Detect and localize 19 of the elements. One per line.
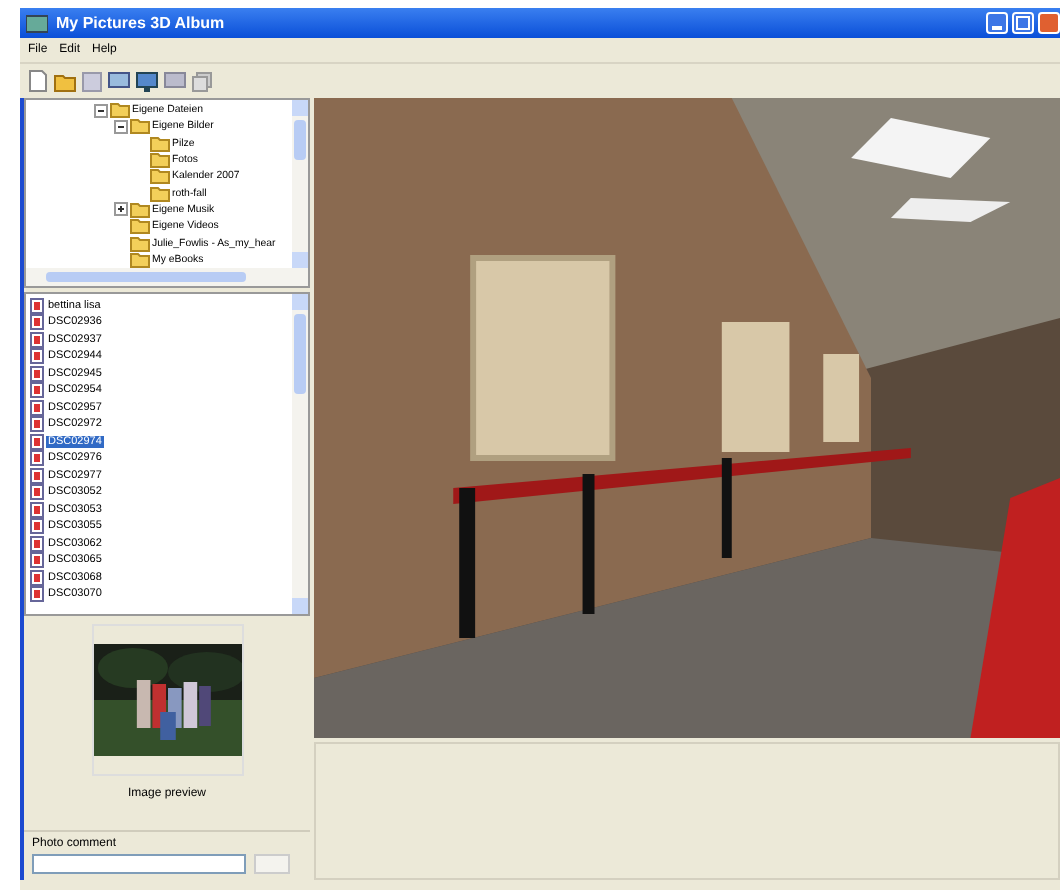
expander-icon[interactable] bbox=[114, 119, 128, 134]
app-icon bbox=[26, 13, 48, 33]
maximize-button[interactable] bbox=[1012, 12, 1034, 34]
expander-icon[interactable] bbox=[114, 202, 128, 217]
expander-icon[interactable] bbox=[94, 103, 108, 118]
minimize-button[interactable] bbox=[986, 12, 1008, 34]
folder-icon[interactable] bbox=[54, 71, 76, 91]
close-button[interactable] bbox=[1038, 12, 1060, 34]
scrollbar[interactable] bbox=[26, 268, 308, 287]
monitor-icon[interactable] bbox=[136, 71, 158, 91]
save-icon[interactable] bbox=[82, 71, 102, 91]
new-file-icon[interactable] bbox=[28, 70, 48, 92]
monitor-icon[interactable] bbox=[108, 71, 130, 91]
pages-icon[interactable] bbox=[192, 71, 212, 91]
maximize-icon bbox=[1016, 16, 1030, 30]
scrollbar[interactable] bbox=[292, 294, 308, 614]
comment-field[interactable] bbox=[32, 854, 246, 874]
scrollbar[interactable] bbox=[292, 100, 308, 269]
window-title: My Pictures 3D Album bbox=[56, 14, 227, 32]
